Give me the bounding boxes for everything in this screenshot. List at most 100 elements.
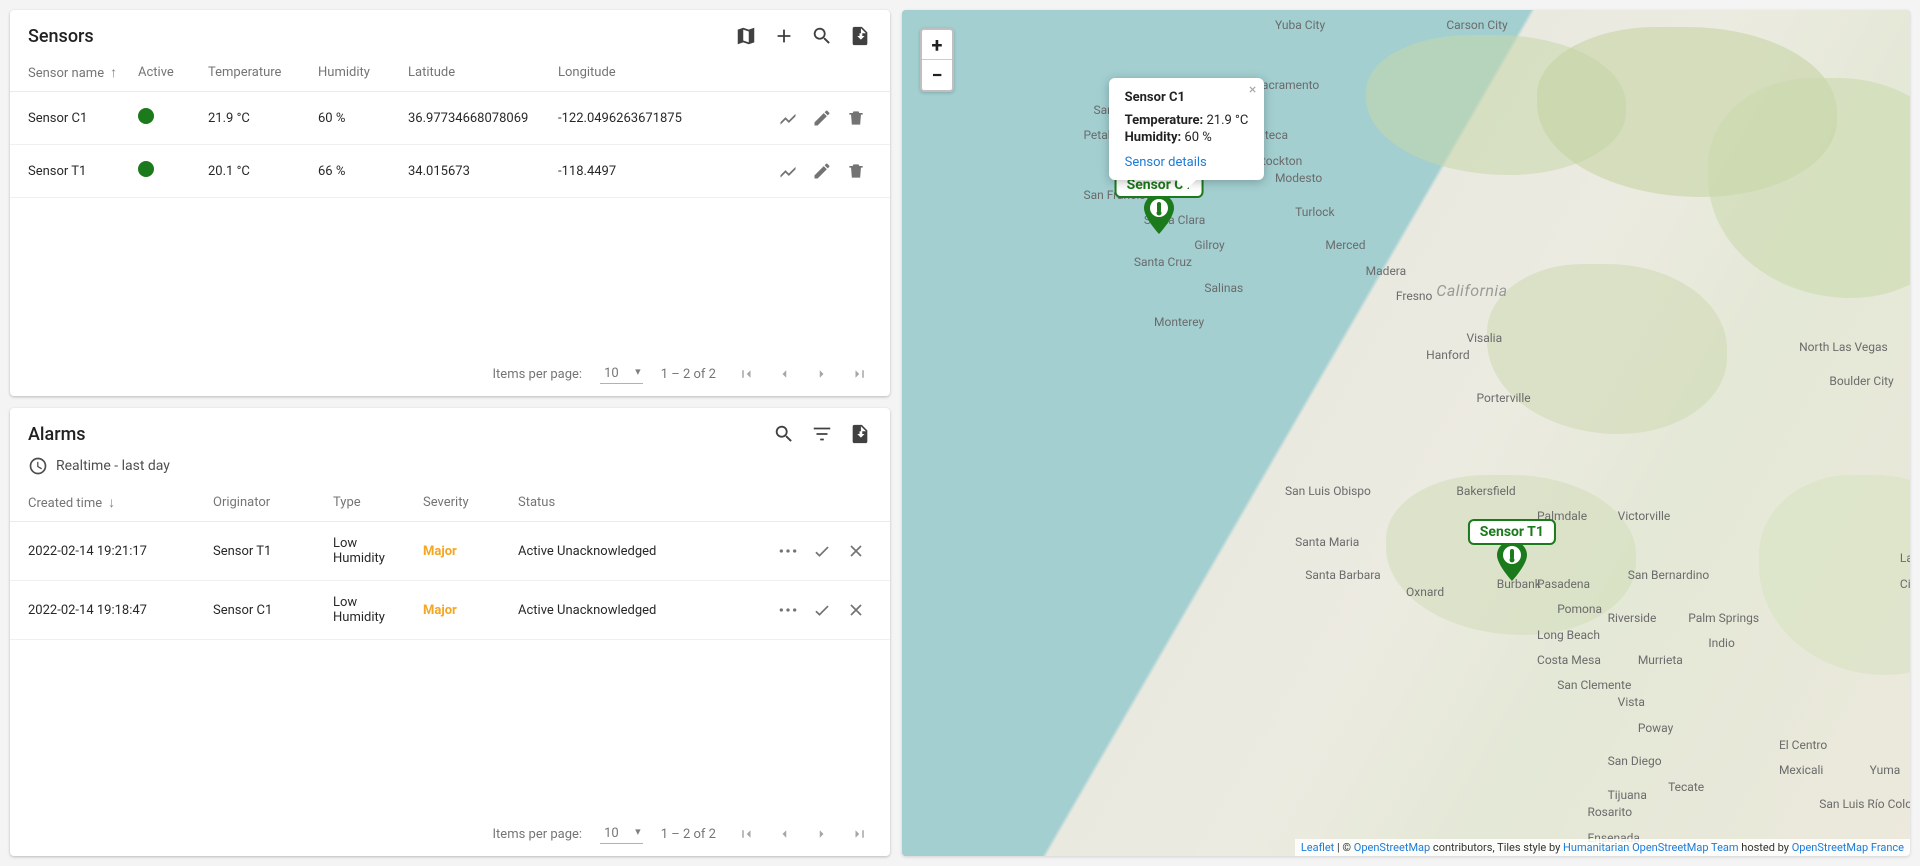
city-label: Santa Barbara (1305, 568, 1380, 582)
city-label: El Centro (1779, 738, 1827, 752)
osm-link[interactable]: OpenStreetMap (1354, 841, 1430, 854)
next-page-icon[interactable] (810, 362, 834, 386)
clock-icon (28, 456, 48, 476)
export-icon[interactable] (848, 24, 872, 48)
city-label: Carson City (1446, 18, 1507, 32)
clear-icon[interactable] (844, 598, 868, 622)
last-page-icon[interactable] (848, 822, 872, 846)
more-icon[interactable] (776, 539, 800, 563)
more-icon[interactable] (776, 598, 800, 622)
items-per-page-select[interactable]: 10 (600, 824, 643, 844)
col-status[interactable]: Status (510, 484, 690, 522)
city-label: Long Beach (1537, 628, 1600, 642)
zoom-out-button[interactable]: − (922, 60, 952, 90)
cell-latitude: 36.97734668078069 (400, 92, 550, 145)
map-marker[interactable]: Sensor T1 (1497, 541, 1527, 585)
map-marker[interactable]: Sensor C1 (1144, 194, 1174, 238)
next-page-icon[interactable] (810, 822, 834, 846)
cell-longitude: -118.4497 (550, 145, 700, 198)
first-page-icon[interactable] (734, 362, 758, 386)
col-sensor-name[interactable]: Sensor name↑ (10, 54, 130, 92)
hot-link[interactable]: Humanitarian OpenStreetMap Team (1563, 841, 1739, 854)
col-active[interactable]: Active (130, 54, 200, 92)
col-severity[interactable]: Severity (415, 484, 510, 522)
table-row[interactable]: 2022-02-14 19:18:47 Sensor C1 Low Humidi… (10, 581, 890, 640)
city-label: Salinas (1204, 281, 1243, 295)
city-label: Santa Maria (1295, 535, 1359, 549)
table-row[interactable]: Sensor T1 20.1 °C 66 % 34.015673 -118.44… (10, 145, 890, 198)
popup-close-icon[interactable]: × (1249, 82, 1256, 98)
prev-page-icon[interactable] (772, 362, 796, 386)
chart-icon[interactable] (776, 159, 800, 183)
city-label: San Bernardino (1628, 568, 1709, 582)
cell-active (130, 92, 200, 145)
edit-icon[interactable] (810, 106, 834, 130)
city-label: Fresno (1396, 289, 1432, 303)
chart-icon[interactable] (776, 106, 800, 130)
zoom-in-button[interactable]: + (922, 30, 952, 60)
col-temperature[interactable]: Temperature (200, 54, 310, 92)
alarms-title: Alarms (28, 424, 772, 445)
city-label: San Clemente (1557, 678, 1631, 692)
city-label: North Las Vegas (1799, 340, 1888, 354)
last-page-icon[interactable] (848, 362, 872, 386)
city-label: Murrieta (1638, 653, 1683, 667)
paginator-range: 1 – 2 of 2 (661, 827, 716, 842)
table-row[interactable]: 2022-02-14 19:21:17 Sensor T1 Low Humidi… (10, 522, 890, 581)
state-label: California (1436, 281, 1507, 300)
col-originator[interactable]: Originator (205, 484, 325, 522)
city-label: Visalia (1466, 331, 1502, 345)
cell-originator: Sensor C1 (205, 581, 325, 640)
cell-longitude: -122.0496263671875 (550, 92, 700, 145)
alarms-timewindow[interactable]: Realtime - last day (10, 452, 890, 484)
cell-humidity: 66 % (310, 145, 400, 198)
leaflet-link[interactable]: Leaflet (1301, 841, 1334, 854)
first-page-icon[interactable] (734, 822, 758, 846)
delete-icon[interactable] (844, 106, 868, 130)
paginator-range: 1 – 2 of 2 (661, 367, 716, 382)
city-label: Rosarito (1587, 805, 1632, 819)
map-icon[interactable] (734, 24, 758, 48)
add-icon[interactable] (772, 24, 796, 48)
cell-created: 2022-02-14 19:18:47 (10, 581, 205, 640)
cell-created: 2022-02-14 19:21:17 (10, 522, 205, 581)
popup-details-link[interactable]: Sensor details (1125, 155, 1207, 170)
city-label: Gilroy (1194, 238, 1224, 252)
cell-type: Low Humidity (325, 522, 415, 581)
col-latitude[interactable]: Latitude (400, 54, 550, 92)
ack-icon[interactable] (810, 539, 834, 563)
sensors-panel: Sensors Sensor name↑ Active Temperature … (10, 10, 890, 396)
city-label: San Diego (1608, 754, 1662, 768)
osmfr-link[interactable]: OpenStreetMap France (1792, 841, 1904, 854)
cell-active (130, 145, 200, 198)
col-type[interactable]: Type (325, 484, 415, 522)
status-dot-icon (138, 108, 154, 124)
edit-icon[interactable] (810, 159, 834, 183)
cell-severity: Major (415, 581, 510, 640)
map-panel[interactable]: Yuba CityCarson CitySacramentoSanta Rosa… (902, 10, 1910, 856)
city-label: Tijuana (1608, 788, 1647, 802)
city-label: Pomona (1557, 602, 1602, 616)
city-label: Hanford (1426, 348, 1469, 362)
prev-page-icon[interactable] (772, 822, 796, 846)
col-created[interactable]: Created time↓ (10, 484, 205, 522)
export-icon[interactable] (848, 422, 872, 446)
table-row[interactable]: Sensor C1 21.9 °C 60 % 36.97734668078069… (10, 92, 890, 145)
search-icon[interactable] (772, 422, 796, 446)
search-icon[interactable] (810, 24, 834, 48)
cell-severity: Major (415, 522, 510, 581)
filter-icon[interactable] (810, 422, 834, 446)
marker-label: Sensor T1 (1468, 519, 1556, 545)
city-label: Porterville (1477, 391, 1531, 405)
city-label: Palm Springs (1688, 611, 1759, 625)
items-per-page-label: Items per page: (493, 827, 583, 842)
delete-icon[interactable] (844, 159, 868, 183)
ack-icon[interactable] (810, 598, 834, 622)
items-per-page-select[interactable]: 10 (600, 364, 643, 384)
sensors-table: Sensor name↑ Active Temperature Humidity… (10, 54, 890, 198)
map-attribution: Leaflet | © OpenStreetMap contributors, … (1295, 839, 1910, 856)
col-longitude[interactable]: Longitude (550, 54, 700, 92)
clear-icon[interactable] (844, 539, 868, 563)
col-humidity[interactable]: Humidity (310, 54, 400, 92)
cell-name: Sensor T1 (10, 145, 130, 198)
